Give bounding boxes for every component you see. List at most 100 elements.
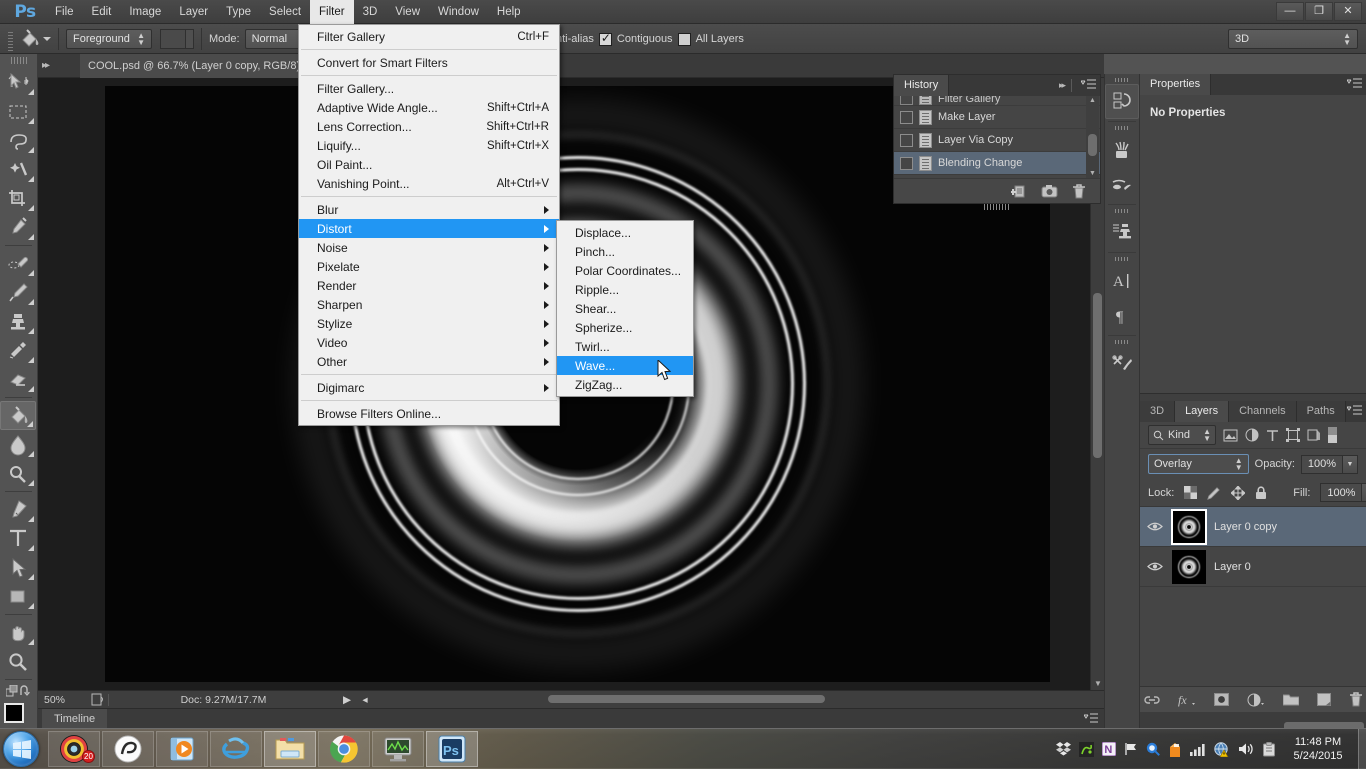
menu-select[interactable]: Select — [260, 0, 310, 24]
smart-object-filter-icon[interactable] — [1307, 428, 1321, 442]
menu-help[interactable]: Help — [488, 0, 530, 24]
healing-brush-tool[interactable] — [0, 249, 36, 278]
delete-state-icon[interactable] — [1072, 183, 1086, 199]
distort-submenu[interactable]: Displace... Pinch... Polar Coordinates... R… — [556, 220, 694, 397]
create-document-from-state-icon[interactable] — [1011, 184, 1027, 199]
opacity-value[interactable]: 100% — [1301, 454, 1343, 474]
taskbar-internet-explorer-icon[interactable] — [210, 731, 262, 767]
menu-item-digimarc[interactable]: Digimarc — [299, 378, 559, 397]
menu-item-liquify[interactable]: Liquify... Shift+Ctrl+X — [299, 136, 559, 155]
paint-bucket-icon[interactable] — [17, 27, 41, 51]
dock-group-grip[interactable] — [1115, 340, 1129, 344]
layer-filter-kind-select[interactable]: Kind ▲ ▼ — [1148, 425, 1216, 445]
zoom-tool[interactable] — [0, 647, 36, 676]
minimize-button[interactable]: — — [1276, 2, 1304, 21]
clone-source-icon[interactable] — [1105, 215, 1139, 250]
paragraph-panel-icon[interactable]: ¶ — [1105, 298, 1139, 333]
blur-tool[interactable] — [0, 430, 36, 459]
menu-item-convert-for-smart-filters[interactable]: Convert for Smart Filters — [299, 53, 559, 72]
tab-channels[interactable]: Channels — [1229, 401, 1297, 422]
type-filter-icon[interactable] — [1266, 429, 1279, 442]
submenu-item-ripple[interactable]: Ripple... — [557, 280, 693, 299]
layer-thumbnail[interactable] — [1171, 508, 1207, 545]
start-orb-icon[interactable] — [3, 731, 39, 767]
network-warning-tray-icon[interactable] — [1214, 741, 1230, 757]
brush-settings-icon[interactable] — [1105, 167, 1139, 202]
menu-window[interactable]: Window — [429, 0, 488, 24]
contiguous-checkbox[interactable] — [598, 31, 612, 46]
history-state-checkbox[interactable] — [900, 156, 913, 170]
scroll-down-icon[interactable]: ▼ — [1094, 679, 1102, 688]
menu-item-distort[interactable]: Distort — [299, 219, 559, 238]
collapse-panel-chevron-icon[interactable]: ▸▸ — [1059, 80, 1066, 91]
hand-tool[interactable] — [0, 618, 36, 647]
layer-visibility-eye-icon[interactable] — [1146, 521, 1164, 532]
taskbar-media-player-icon[interactable] — [156, 731, 208, 767]
lock-all-icon[interactable] — [1255, 485, 1267, 500]
taskbar-camera-app-icon[interactable]: 20 — [48, 731, 100, 767]
dock-group-grip[interactable] — [1115, 257, 1129, 261]
fill-stepper[interactable]: ▼ — [1362, 483, 1366, 502]
submenu-item-shear[interactable]: Shear... — [557, 299, 693, 318]
search-tray-icon[interactable] — [1146, 742, 1160, 756]
layer-style-fx-icon[interactable]: fx — [1178, 693, 1196, 707]
canvas-horizontal-scrollbar[interactable] — [38, 690, 1104, 708]
history-state-row[interactable]: Filter Gallery — [894, 96, 1100, 106]
submenu-item-wave[interactable]: Wave... — [557, 356, 693, 375]
scroll-up-icon[interactable]: ▲ — [1089, 97, 1096, 104]
scrollbar-thumb[interactable] — [1088, 134, 1097, 156]
shape-filter-icon[interactable] — [1286, 428, 1300, 442]
dock-group-grip[interactable] — [1115, 209, 1129, 213]
menu-item-other[interactable]: Other — [299, 352, 559, 371]
adjustment-filter-icon[interactable] — [1245, 428, 1259, 442]
menu-item-sharpen[interactable]: Sharpen — [299, 295, 559, 314]
taskbar-windows-explorer-icon[interactable] — [264, 731, 316, 767]
volume-tray-icon[interactable] — [1238, 742, 1254, 756]
menu-item-blur[interactable]: Blur — [299, 200, 559, 219]
unknown-green-tray-icon[interactable] — [1079, 741, 1094, 757]
menu-item-pixelate[interactable]: Pixelate — [299, 257, 559, 276]
lock-position-icon[interactable] — [1231, 485, 1246, 500]
panel-menu-icon[interactable] — [1347, 78, 1362, 89]
filter-toggle-switch[interactable] — [1328, 427, 1337, 443]
tab-timeline[interactable]: Timeline — [42, 709, 108, 729]
rectangle-shape-tool[interactable] — [0, 582, 36, 611]
history-state-row[interactable]: Blending Change — [894, 152, 1100, 175]
brush-presets-icon[interactable] — [1105, 132, 1139, 167]
dock-group-grip[interactable] — [1115, 126, 1129, 130]
scrollbar-thumb[interactable] — [548, 695, 825, 703]
tab-3d[interactable]: 3D — [1140, 401, 1176, 422]
layer-thumbnail[interactable] — [1172, 549, 1206, 584]
clipboard-tray-icon[interactable] — [1262, 741, 1276, 757]
path-selection-tool[interactable] — [0, 553, 36, 582]
layer-visibility-eye-icon[interactable] — [1146, 561, 1164, 572]
menu-layer[interactable]: Layer — [170, 0, 217, 24]
all-layers-checkbox[interactable] — [677, 32, 691, 46]
document-tab[interactable]: COOL.psd @ 66.7% (Layer 0 copy, RGB/8) ✕ — [80, 54, 330, 78]
crop-tool[interactable] — [0, 184, 36, 213]
pixel-filter-icon[interactable] — [1223, 429, 1238, 442]
history-actions-icon[interactable] — [1105, 84, 1139, 119]
menu-item-lens-correction[interactable]: Lens Correction... Shift+Ctrl+R — [299, 117, 559, 136]
swap-colors-icon[interactable] — [0, 683, 37, 697]
menu-item-vanishing-point[interactable]: Vanishing Point... Alt+Ctrl+V — [299, 174, 559, 193]
taskbar-task-manager-icon[interactable] — [372, 731, 424, 767]
submenu-item-pinch[interactable]: Pinch... — [557, 242, 693, 261]
delete-layer-icon[interactable] — [1349, 692, 1363, 707]
taskbar-google-chrome-icon[interactable] — [318, 731, 370, 767]
eraser-tool[interactable] — [0, 365, 36, 394]
scroll-down-icon[interactable]: ▼ — [1089, 170, 1096, 177]
submenu-item-zigzag[interactable]: ZigZag... — [557, 375, 693, 394]
taskbar-photoshop-icon[interactable]: Ps — [426, 731, 478, 767]
opacity-stepper[interactable]: ▼ — [1343, 454, 1358, 474]
history-panel-resize-grip[interactable] — [984, 204, 1010, 210]
submenu-item-twirl[interactable]: Twirl... — [557, 337, 693, 356]
show-desktop-button[interactable] — [1358, 729, 1366, 769]
fill-source-select[interactable]: Foreground ▲ ▼ — [66, 29, 152, 49]
new-adjustment-layer-icon[interactable] — [1247, 693, 1265, 707]
pattern-swatch-select[interactable] — [160, 29, 194, 49]
history-state-row[interactable]: Make Layer — [894, 106, 1100, 129]
menu-item-noise[interactable]: Noise — [299, 238, 559, 257]
signal-bars-tray-icon[interactable] — [1190, 743, 1206, 756]
clock[interactable]: 11:48 PM 5/24/2015 — [1284, 735, 1358, 763]
